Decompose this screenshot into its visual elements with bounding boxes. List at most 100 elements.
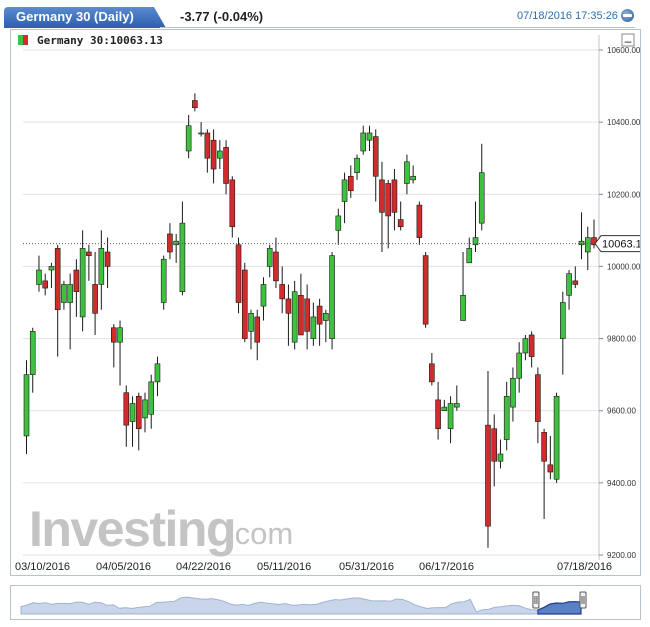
candle xyxy=(478,143,485,231)
candle xyxy=(472,201,479,252)
candle xyxy=(379,161,385,252)
candle xyxy=(335,208,342,245)
header-datetime: 07/18/2016 17:35:26 xyxy=(517,10,618,22)
candle xyxy=(198,122,204,137)
chart-area[interactable]: Investing .com 9200.00 9400.00 9600.00 9800… xyxy=(10,29,641,576)
candle-body xyxy=(48,266,55,271)
navigator-handle[interactable] xyxy=(579,591,587,609)
candle-body xyxy=(422,255,429,325)
legend-label: Germany 30:10063.13 xyxy=(37,34,163,47)
candle xyxy=(154,356,161,397)
candle-body xyxy=(553,395,560,480)
candle xyxy=(111,324,117,368)
candle-body xyxy=(198,132,204,135)
y-tick-label: 9400.00 xyxy=(607,479,636,488)
candle-body xyxy=(516,352,522,379)
watermark: Investing .com xyxy=(29,501,293,557)
candle-body xyxy=(142,399,148,419)
candle-body xyxy=(92,284,98,314)
candle-body xyxy=(528,334,535,357)
candle xyxy=(23,360,30,454)
candle-body xyxy=(36,269,42,285)
candle xyxy=(142,392,148,433)
candle-body xyxy=(42,280,49,289)
candle-body xyxy=(179,222,186,292)
candle xyxy=(185,114,192,159)
candle-body xyxy=(510,377,516,408)
candle-body xyxy=(323,313,329,321)
candle-body xyxy=(397,219,404,228)
candle-body xyxy=(410,175,416,181)
candle xyxy=(192,93,198,112)
candle-body xyxy=(478,172,485,224)
candle-body xyxy=(167,233,173,253)
candle-body xyxy=(435,399,441,430)
candle-body xyxy=(279,284,285,300)
candle xyxy=(391,169,398,231)
candle xyxy=(547,435,554,480)
candle-body xyxy=(135,395,142,430)
candle xyxy=(148,374,155,429)
watermark-suffix: .com xyxy=(226,516,293,551)
candle xyxy=(560,291,566,375)
navigator-sparkline xyxy=(20,591,587,615)
candle xyxy=(104,237,111,289)
navigator-handle[interactable] xyxy=(532,591,540,609)
candle-body xyxy=(379,179,385,213)
minimize-icon[interactable] xyxy=(621,9,634,22)
candle-body xyxy=(366,132,373,141)
candle-body xyxy=(460,294,466,321)
candle xyxy=(223,140,229,195)
candle xyxy=(291,280,298,350)
candle-body xyxy=(217,150,223,159)
candle-body xyxy=(485,424,491,527)
candle-body xyxy=(372,136,379,177)
candle-body xyxy=(547,464,554,473)
candle xyxy=(29,327,36,393)
candle xyxy=(129,396,136,447)
y-tick-label: 9600.00 xyxy=(607,407,636,416)
candle xyxy=(385,179,392,249)
candle xyxy=(441,399,448,412)
candle xyxy=(510,367,516,422)
candle-body xyxy=(111,327,117,343)
candle-body xyxy=(404,161,410,184)
candle-body xyxy=(266,248,273,267)
x-tick-label: 05/31/2016 xyxy=(339,561,394,573)
candle-body xyxy=(441,406,448,412)
candle-body xyxy=(185,125,192,152)
candle-body xyxy=(73,269,80,292)
y-tick-label: 10600.00 xyxy=(607,46,640,55)
candle xyxy=(273,237,279,289)
candle xyxy=(422,252,429,328)
chart-title: Germany 30 (Daily) xyxy=(16,9,134,24)
candle-body xyxy=(466,248,473,264)
candle xyxy=(266,244,273,278)
y-tick-label: 9200.00 xyxy=(607,551,636,560)
y-tick-label: 10400.00 xyxy=(607,118,640,127)
candle-body xyxy=(210,139,217,170)
candle xyxy=(229,176,236,238)
candle-body xyxy=(578,240,585,246)
candle-body xyxy=(229,179,236,228)
candle xyxy=(329,252,335,350)
candle xyxy=(360,125,367,155)
candle xyxy=(204,129,211,173)
candle xyxy=(516,342,522,393)
candle-body xyxy=(491,428,498,462)
date-range-navigator[interactable] xyxy=(10,585,641,620)
candle xyxy=(347,165,354,198)
candle-body xyxy=(223,147,229,184)
candle-body xyxy=(260,284,267,307)
candle xyxy=(48,262,55,289)
candle xyxy=(553,392,560,483)
candle xyxy=(310,302,317,346)
candle xyxy=(429,353,435,386)
candle-body xyxy=(316,305,323,325)
legend-minimize-button[interactable]: – xyxy=(621,33,635,48)
candle-body xyxy=(360,132,367,152)
candle-body xyxy=(560,302,566,339)
candle xyxy=(454,385,460,411)
candle xyxy=(285,284,292,346)
candlestick-chart[interactable]: Investing .com 9200.00 9400.00 9600.00 9800… xyxy=(11,30,640,575)
